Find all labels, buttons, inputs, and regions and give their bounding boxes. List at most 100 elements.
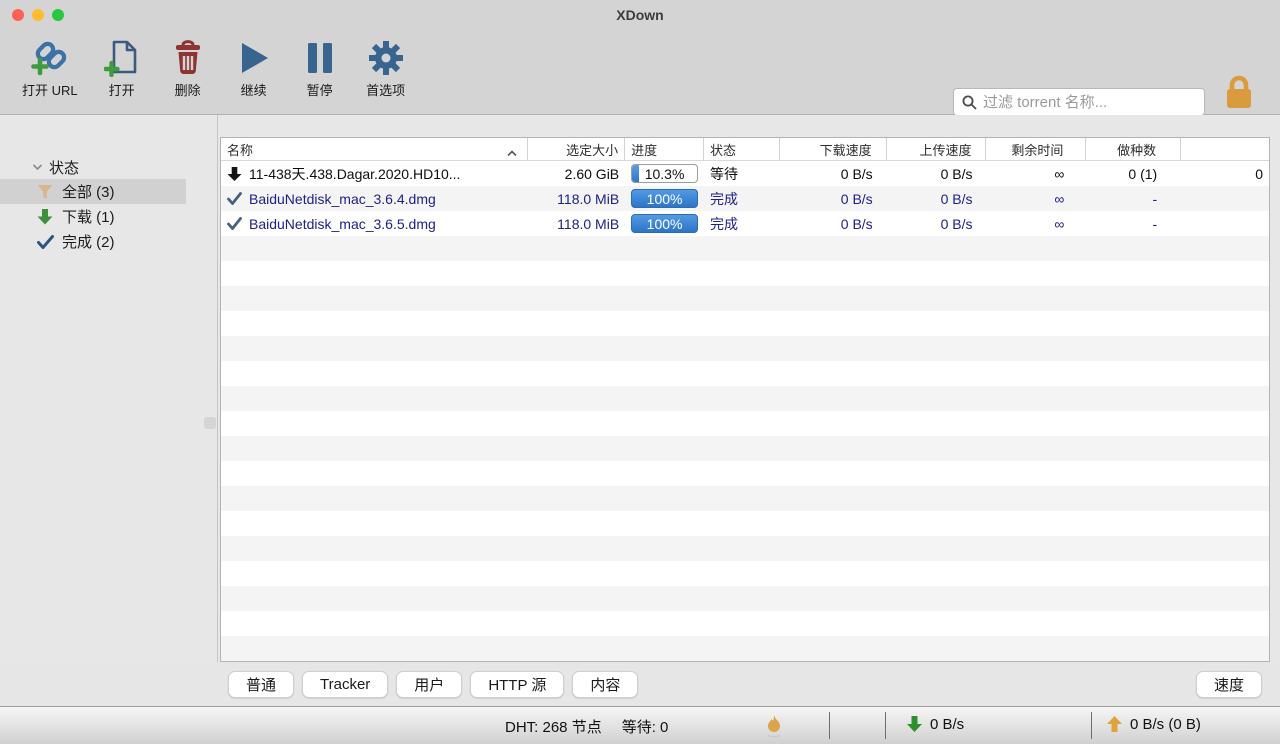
delete-icon xyxy=(171,38,205,78)
tab-tracker[interactable]: Tracker xyxy=(302,671,388,698)
global-up-speed: 0 B/s (0 B) xyxy=(1106,715,1201,733)
main-content: 状态 全部 (3) 下载 (1) xyxy=(0,115,1280,662)
open-url-label: 打开 URL xyxy=(22,80,78,99)
column-header-status[interactable]: 状态 xyxy=(704,138,780,160)
torrent-down-speed: 0 B/s xyxy=(780,186,887,211)
open-url-button[interactable]: 打开 URL xyxy=(22,38,78,99)
funnel-icon xyxy=(36,183,54,201)
check-icon xyxy=(36,235,54,249)
tree-group-status[interactable]: 状态 xyxy=(0,155,217,179)
tab-content[interactable]: 内容 xyxy=(572,671,638,698)
open-file-icon xyxy=(104,38,140,78)
torrent-size: 118.0 MiB xyxy=(528,186,625,211)
sidebar-item-downloading[interactable]: 下载 (1) xyxy=(0,204,217,229)
speed-button[interactable]: 速度 xyxy=(1196,671,1262,698)
sort-ascending-icon xyxy=(507,145,517,160)
open-file-button[interactable]: 打开 xyxy=(100,38,144,99)
xdown-window: XDown 打开 URL xyxy=(0,0,1280,744)
sidebar-item-all[interactable]: 全部 (3) xyxy=(0,179,186,204)
table-row[interactable]: BaiduNetdisk_mac_3.6.4.dmg 118.0 MiB 100… xyxy=(221,186,1269,211)
column-header-extra[interactable] xyxy=(1181,138,1269,160)
torrent-status: 完成 xyxy=(704,186,780,211)
torrent-extra xyxy=(1181,186,1269,211)
table-row[interactable]: 11-438天.438.Dagar.2020.HD10... 2.60 GiB … xyxy=(221,161,1269,186)
progress-bar: 100% xyxy=(631,189,698,208)
dht-status: DHT: 268 节点 等待: 0 xyxy=(505,716,668,737)
dht-nodes-text: DHT: 268 节点 xyxy=(505,716,602,737)
resume-icon xyxy=(237,38,271,78)
sidebar: 状态 全部 (3) 下载 (1) xyxy=(0,115,218,662)
torrent-name: BaiduNetdisk_mac_3.6.4.dmg xyxy=(249,191,436,207)
preferences-label: 首选项 xyxy=(366,80,405,99)
torrent-up-speed: 0 B/s xyxy=(887,186,987,211)
statusbar-divider xyxy=(829,712,830,739)
lock-icon xyxy=(1223,72,1255,112)
column-header-remaining[interactable]: 剩余时间 xyxy=(986,138,1086,160)
window-title: XDown xyxy=(616,7,663,23)
column-header-down-speed[interactable]: 下载速度 xyxy=(780,138,887,160)
detail-tabstrip: 普通 Tracker 用户 HTTP 源 内容 速度 xyxy=(0,662,1280,706)
torrent-up-speed: 0 B/s xyxy=(887,211,987,236)
torrent-up-speed: 0 B/s xyxy=(887,161,987,186)
torrent-extra xyxy=(1181,211,1269,236)
column-header-up-speed[interactable]: 上传速度 xyxy=(887,138,987,160)
waiting-count-text: 等待: 0 xyxy=(622,716,669,737)
tab-http-source[interactable]: HTTP 源 xyxy=(470,671,564,698)
torrent-name: 11-438天.438.Dagar.2020.HD10... xyxy=(249,164,460,184)
delete-label: 删除 xyxy=(175,80,201,99)
down-arrow-icon xyxy=(906,715,923,733)
sidebar-item-label: 完成 (2) xyxy=(62,231,115,252)
up-arrow-icon xyxy=(1106,715,1123,733)
statusbar-divider xyxy=(885,712,886,739)
delete-button[interactable]: 删除 xyxy=(166,38,210,99)
done-check-icon xyxy=(227,192,242,205)
filter-search-field[interactable] xyxy=(953,88,1205,116)
toolbar-button-group: 打开 URL 打开 xyxy=(22,38,408,99)
zoom-window-button[interactable] xyxy=(52,9,64,21)
torrent-extra: 0 xyxy=(1181,161,1269,186)
progress-bar: 100% xyxy=(631,214,698,233)
search-input[interactable] xyxy=(983,94,1196,111)
sidebar-item-completed[interactable]: 完成 (2) xyxy=(0,229,217,254)
titlebar: XDown xyxy=(0,0,1280,30)
tree-group-label: 状态 xyxy=(49,157,79,178)
downloads-table: 名称 选定大小 进度 状态 下载速度 上传速度 剩余时间 做种数 xyxy=(220,137,1270,662)
toolbar: 打开 URL 打开 xyxy=(0,30,1280,115)
global-down-speed: 0 B/s xyxy=(906,715,964,733)
minimize-window-button[interactable] xyxy=(32,9,44,21)
torrent-remaining: ∞ xyxy=(987,186,1087,211)
status-tree: 状态 全部 (3) 下载 (1) xyxy=(0,155,217,254)
detail-tabs: 普通 Tracker 用户 HTTP 源 内容 xyxy=(228,671,638,698)
column-header-seeds[interactable]: 做种数 xyxy=(1086,138,1181,160)
progress-bar: 10.3% xyxy=(631,164,698,183)
splitter-handle[interactable] xyxy=(204,417,216,429)
table-header: 名称 选定大小 进度 状态 下载速度 上传速度 剩余时间 做种数 xyxy=(221,138,1269,161)
torrent-remaining: ∞ xyxy=(987,161,1087,186)
preferences-icon xyxy=(368,38,404,78)
statusbar: DHT: 268 节点 等待: 0 0 B/s 0 B/s (0 B) xyxy=(0,706,1280,744)
open-file-label: 打开 xyxy=(109,80,135,99)
traffic-lights xyxy=(12,9,64,21)
torrent-down-speed: 0 B/s xyxy=(780,211,887,236)
torrent-size: 2.60 GiB xyxy=(528,161,625,186)
torrent-down-speed: 0 B/s xyxy=(780,161,887,186)
download-arrow-icon xyxy=(36,208,54,225)
flame-icon xyxy=(765,714,783,742)
pause-button[interactable]: 暂停 xyxy=(298,38,342,99)
torrent-seeds: 0 (1) xyxy=(1086,161,1181,186)
resume-button[interactable]: 继续 xyxy=(232,38,276,99)
table-row[interactable]: BaiduNetdisk_mac_3.6.5.dmg 118.0 MiB 100… xyxy=(221,211,1269,236)
close-window-button[interactable] xyxy=(12,9,24,21)
preferences-button[interactable]: 首选项 xyxy=(364,38,408,99)
column-header-name[interactable]: 名称 xyxy=(221,138,528,160)
chevron-down-icon xyxy=(32,163,43,171)
column-header-progress[interactable]: 进度 xyxy=(625,138,704,160)
sidebar-item-label: 全部 (3) xyxy=(62,181,115,202)
torrent-name: BaiduNetdisk_mac_3.6.5.dmg xyxy=(249,216,436,232)
pause-label: 暂停 xyxy=(307,80,333,99)
tab-peers[interactable]: 用户 xyxy=(396,671,462,698)
tab-general[interactable]: 普通 xyxy=(228,671,294,698)
torrent-status: 完成 xyxy=(704,211,780,236)
column-header-size[interactable]: 选定大小 xyxy=(528,138,625,160)
torrent-seeds: - xyxy=(1086,211,1181,236)
